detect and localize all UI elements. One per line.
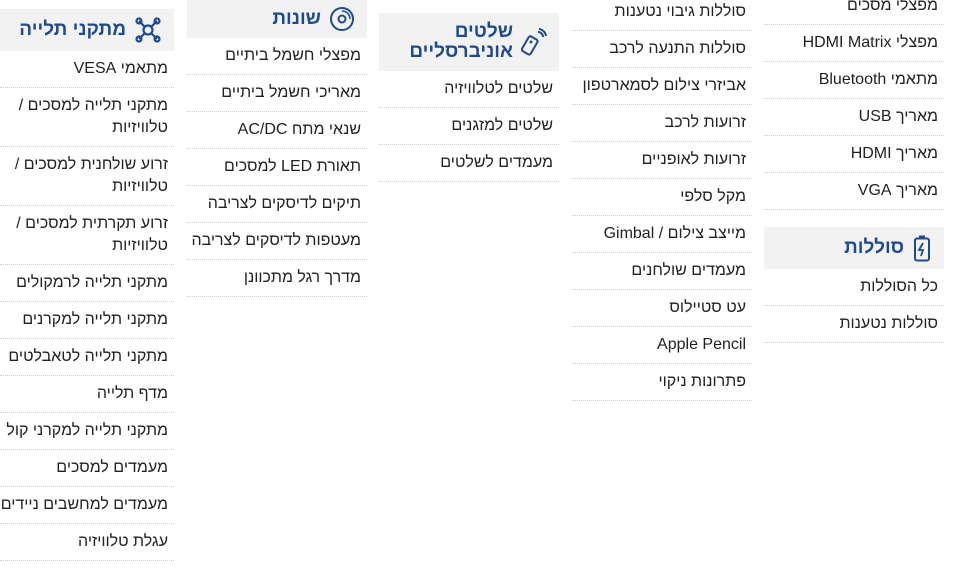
accessories-item[interactable]: אביזרי צילום לסמארטפון [572,68,752,105]
remote-control-icon [521,28,547,56]
mounts-item[interactable]: מתאמי VESA [0,51,174,88]
column-accessories: סוללות גיבוי נטענות סוללות התנעה לרכב אב… [572,0,752,401]
cables-item[interactable]: מאריך VGA [764,173,944,210]
accessories-item[interactable]: פתרונות ניקוי [572,364,752,401]
remotes-item[interactable]: שלטים לטלוויזיה [379,71,559,108]
accessories-item[interactable]: סוללות גיבוי נטענות [572,0,752,31]
cables-item[interactable]: מאריך HDMI [764,136,944,173]
cables-item[interactable]: מתאמי Bluetooth [764,62,944,99]
misc-item[interactable]: מפצלי חשמל ביתיים [187,38,367,75]
batteries-item[interactable]: כל הסוללות [764,269,944,306]
batteries-header[interactable]: סוללות [764,227,944,269]
accessories-item[interactable]: סוללות התנעה לרכב [572,31,752,68]
mounts-item[interactable]: מתקני תלייה למקרני קול [0,413,174,450]
accessories-item[interactable]: Apple Pencil [572,327,752,364]
misc-header[interactable]: שונות [187,0,367,38]
disc-icon [329,6,355,32]
misc-title: שונות [272,8,321,29]
mounts-item[interactable]: מתקני תלייה לטאבלטים [0,339,174,376]
batteries-title: סוללות [844,237,904,258]
accessories-item[interactable]: זרועות לרכב [572,105,752,142]
mounts-item[interactable]: מעמדים למסכים [0,450,174,487]
misc-item[interactable]: מעטפות לדיסקים לצריבה [187,223,367,260]
mounts-item[interactable]: מתקני תלייה למסכים / טלוויזיות [0,88,174,147]
accessories-item[interactable]: עט סטיילוס [572,290,752,327]
mounts-title: מתקני תלייה [19,19,126,40]
mounts-item[interactable]: מעמדים למחשבים ניידים [0,487,174,524]
battery-icon [912,234,932,262]
column-misc: שונות מפצלי חשמל ביתיים מאריכי חשמל ביתי… [187,0,367,297]
mounts-item[interactable]: עגלת טלוויזיה [0,524,174,561]
mount-cross-icon [134,16,162,44]
mounts-item[interactable]: מתקני תלייה לרמקולים [0,265,174,302]
remotes-item[interactable]: מעמדים לשלטים [379,145,559,182]
mounts-item[interactable]: זרוע תקרתית למסכים / טלוויזיות [0,206,174,265]
accessories-item[interactable]: זרועות לאופניים [572,142,752,179]
misc-item[interactable]: שנאי מתח AC/DC [187,112,367,149]
remotes-title: שלטים אוניברסליים [409,21,513,62]
accessories-item[interactable]: מעמדים שולחנים [572,253,752,290]
remotes-header[interactable]: שלטים אוניברסליים [379,13,559,71]
batteries-item[interactable]: סוללות נטענות [764,306,944,343]
remotes-item[interactable]: שלטים למזגנים [379,108,559,145]
cables-item[interactable]: מפצלי HDMI Matrix [764,25,944,62]
misc-item[interactable]: מדרך רגל מתכוונן [187,260,367,297]
misc-item[interactable]: תאורת LED למסכים [187,149,367,186]
column-mounts: מתקני תלייה מתאמי VESA מתקני תלייה למסכי… [0,9,174,561]
cables-item[interactable]: מפצלי מסכים [764,0,944,25]
column-cables: מפצלי מסכים מפצלי HDMI Matrix מתאמי Blue… [764,0,944,210]
accessories-item[interactable]: מקל סלפי [572,179,752,216]
cables-item[interactable]: מאריך USB [764,99,944,136]
mounts-item[interactable]: זרוע שולחנית למסכים / טלוויזיות [0,147,174,206]
mounts-item[interactable]: מדף תלייה [0,376,174,413]
column-remotes: שלטים אוניברסליים שלטים לטלוויזיה שלטים … [379,13,559,182]
column-batteries: סוללות כל הסוללות סוללות נטענות [764,227,944,343]
misc-item[interactable]: מאריכי חשמל ביתיים [187,75,367,112]
mounts-item[interactable]: מתקני תלייה למקרנים [0,302,174,339]
mounts-header[interactable]: מתקני תלייה [0,9,174,51]
accessories-item[interactable]: מייצב צילום / Gimbal [572,216,752,253]
misc-item[interactable]: תיקים לדיסקים לצריבה [187,186,367,223]
